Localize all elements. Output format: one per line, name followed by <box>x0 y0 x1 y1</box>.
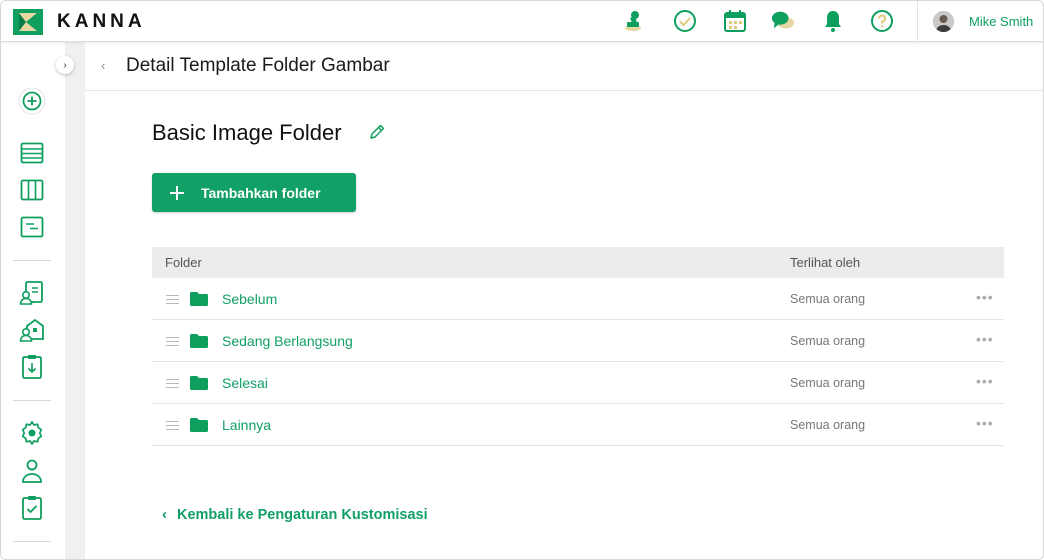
folder-visibility: Semua orang <box>790 334 866 348</box>
building-user-icon[interactable] <box>18 316 46 344</box>
folder-visibility: Semua orang <box>790 418 866 432</box>
table-icon[interactable] <box>18 213 46 241</box>
folder-name[interactable]: Lainnya <box>222 417 271 433</box>
folder-table: Folder Terlihat oleh Sebelum Semua orang… <box>152 247 1004 446</box>
folder-visibility: Semua orang <box>790 376 866 390</box>
settings-icon[interactable] <box>18 419 46 447</box>
topbar-divider <box>917 1 918 42</box>
stamp-icon[interactable] <box>621 9 645 33</box>
drag-handle-icon[interactable] <box>166 337 179 346</box>
user-name[interactable]: Mike Smith <box>969 14 1033 29</box>
plus-icon <box>170 185 184 200</box>
main-content: ‹ Detail Template Folder Gambar Basic Im… <box>85 42 1043 559</box>
table-row: Lainnya Semua orang ••• <box>152 404 1004 446</box>
page-header: ‹ Detail Template Folder Gambar <box>85 42 1043 91</box>
clipboard-download-icon[interactable] <box>18 353 46 381</box>
board-icon[interactable] <box>18 176 46 204</box>
table-row: Sebelum Semua orang ••• <box>152 278 1004 320</box>
more-options-icon[interactable]: ••• <box>976 373 994 389</box>
page-title: Detail Template Folder Gambar <box>126 55 390 76</box>
folder-visibility: Semua orang <box>790 292 866 306</box>
sidebar-separator <box>13 541 51 542</box>
folder-name[interactable]: Sebelum <box>222 291 277 307</box>
more-options-icon[interactable]: ••• <box>976 289 994 305</box>
column-header-visibility: Terlihat oleh <box>790 255 861 270</box>
folder-name[interactable]: Selesai <box>222 375 268 391</box>
back-to-customization-link[interactable]: ‹ Kembali ke Pengaturan Kustomisasi <box>162 506 428 523</box>
drag-handle-icon[interactable] <box>166 295 179 304</box>
app-window: KANNA Mike Smith › ‹ Detail Template Fol… <box>0 0 1044 560</box>
sidebar-gutter <box>65 42 85 559</box>
pencil-icon[interactable] <box>369 124 385 140</box>
list-icon[interactable] <box>18 139 46 167</box>
table-row: Selesai Semua orang ••• <box>152 362 1004 404</box>
back-chevron-icon[interactable]: ‹ <box>101 58 105 73</box>
clipboard-check-icon[interactable] <box>18 494 46 522</box>
user-icon[interactable] <box>18 457 46 485</box>
calendar-icon[interactable] <box>723 9 747 33</box>
back-link-label: Kembali ke Pengaturan Kustomisasi <box>177 506 428 523</box>
column-header-folder: Folder <box>165 255 202 270</box>
chat-icon[interactable] <box>771 9 795 33</box>
brand-name: KANNA <box>57 11 146 32</box>
bell-icon[interactable] <box>821 9 845 33</box>
drag-handle-icon[interactable] <box>166 379 179 388</box>
more-options-icon[interactable]: ••• <box>976 331 994 347</box>
sidebar-separator <box>13 260 51 261</box>
check-circle-icon[interactable] <box>673 9 697 33</box>
sidebar-collapse-button[interactable]: › <box>56 56 74 74</box>
folder-template-title: Basic Image Folder <box>152 120 342 145</box>
help-icon[interactable] <box>870 9 894 33</box>
contacts-icon[interactable] <box>18 279 46 307</box>
add-folder-button[interactable]: Tambahkan folder <box>152 173 356 212</box>
table-header: Folder Terlihat oleh <box>152 247 1004 278</box>
chevron-left-icon: ‹ <box>162 506 167 523</box>
avatar[interactable] <box>933 11 954 32</box>
folder-icon <box>190 292 208 306</box>
add-folder-label: Tambahkan folder <box>201 184 321 201</box>
folder-icon <box>190 334 208 348</box>
kanna-logo[interactable] <box>13 9 43 35</box>
table-row: Sedang Berlangsung Semua orang ••• <box>152 320 1004 362</box>
top-bar: KANNA Mike Smith <box>1 1 1043 42</box>
more-options-icon[interactable]: ••• <box>976 415 994 431</box>
folder-name[interactable]: Sedang Berlangsung <box>222 333 353 349</box>
folder-icon <box>190 418 208 432</box>
drag-handle-icon[interactable] <box>166 421 179 430</box>
add-circle-icon[interactable] <box>18 87 46 115</box>
sidebar-separator <box>13 400 51 401</box>
folder-icon <box>190 376 208 390</box>
